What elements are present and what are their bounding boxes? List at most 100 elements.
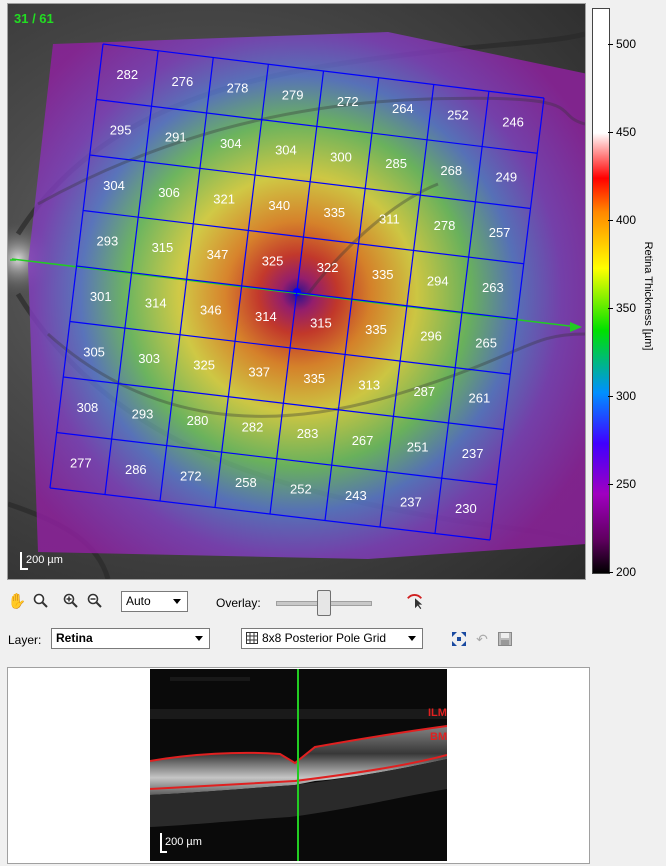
chevron-down-icon (173, 599, 181, 604)
grid-cell-value: 257 (489, 225, 511, 240)
thickness-colorbar (592, 8, 610, 574)
grid-cell-value: 321 (213, 191, 235, 206)
colorbar-tick-mark (608, 572, 613, 573)
colorbar-tick-mark (608, 396, 613, 397)
grid-cell-value: 315 (310, 315, 332, 330)
grid-type-value: 8x8 Posterior Pole Grid (262, 631, 387, 645)
overlay-slider-thumb[interactable] (317, 590, 331, 616)
grid-cell-value: 335 (372, 267, 394, 282)
grid-cell-value: 251 (407, 439, 429, 454)
zoom-out-icon[interactable] (86, 592, 104, 610)
thickness-map-view[interactable]: 282 276 278 279 272 264 252 246 295 291 304 304 300 2… (7, 3, 586, 580)
pan-hand-icon[interactable]: ✋ (8, 592, 27, 610)
grid-cell-value: 283 (297, 426, 319, 441)
grid-cell-value: 263 (482, 280, 504, 295)
grid-cell-value: 264 (392, 101, 414, 116)
grid-cell-value: 311 (379, 211, 400, 226)
save-icon[interactable] (496, 630, 514, 648)
grid-cell-value: 296 (420, 329, 442, 344)
colorbar-tick-label: 400 (616, 213, 637, 227)
grid-cell-value: 293 (96, 234, 118, 249)
grid-cell-value: 308 (77, 400, 99, 415)
colorbar-tick-label: 250 (616, 477, 637, 491)
undo-icon[interactable]: ↶ (473, 630, 491, 648)
pointer-reset-icon[interactable] (406, 592, 424, 610)
grid-cell-value: 294 (427, 273, 449, 288)
grid-cell-value: 287 (413, 384, 435, 399)
colorbar-tick-label: 300 (616, 389, 637, 403)
grid-cell-value: 291 (165, 129, 187, 144)
grid-cell-value: 246 (502, 114, 524, 129)
grid-cell-value: 261 (469, 391, 491, 406)
grid-cell-value: 277 (70, 456, 92, 471)
grid-cell-value: 258 (235, 475, 257, 490)
colorbar-tick-mark (608, 220, 613, 221)
ilm-label: ILM (428, 707, 447, 719)
bm-label: BM (430, 731, 447, 743)
grid-cell-value: 304 (103, 178, 125, 193)
grid-type-dropdown[interactable]: 8x8 Posterior Pole Grid (241, 628, 423, 649)
zoom-mode-dropdown[interactable]: Auto (121, 591, 188, 612)
zoom-mode-value: Auto (126, 594, 151, 608)
grid-cell-value: 335 (365, 322, 387, 337)
grid-cell-value: 325 (193, 358, 215, 373)
grid-cell-value: 276 (172, 74, 194, 89)
grid-cell-value: 267 (352, 433, 374, 448)
grid-cell-value: 237 (400, 495, 422, 510)
chevron-down-icon (195, 636, 203, 641)
grid-cell-value: 272 (337, 94, 359, 109)
thickness-map-canvas: 282 276 278 279 272 264 252 246 295 291 304 304 300 2… (8, 31, 585, 579)
grid-cell-value: 278 (227, 81, 249, 96)
grid-cell-value: 315 (152, 240, 174, 255)
colorbar-tick-mark (608, 132, 613, 133)
grid-cell-value: 306 (158, 185, 180, 200)
layer-value: Retina (56, 631, 93, 645)
fundus-scale-label: 200 µm (26, 554, 63, 566)
grid-cell-value: 278 (434, 218, 456, 233)
grid-cell-value: 313 (358, 377, 380, 392)
grid-cell-value: 265 (475, 335, 497, 350)
grid-cell-value: 303 (138, 351, 160, 366)
zoom-in-icon[interactable] (62, 592, 80, 610)
grid-cell-value: 293 (132, 407, 154, 422)
magnifier-icon[interactable] (32, 592, 50, 610)
colorbar-tick-label: 350 (616, 301, 637, 315)
colorbar-title: Retina Thickness [µm] (640, 232, 654, 362)
grid-cell-value: 335 (303, 371, 325, 386)
bscan-view[interactable]: ILM BM 200 µm (150, 669, 447, 861)
grid-cell-value: 340 (268, 198, 290, 213)
grid-cell-value: 337 (248, 364, 270, 379)
grid-cell-value: 282 (242, 420, 264, 435)
grid-cell-value: 286 (125, 462, 147, 477)
grid-icon (246, 632, 258, 647)
grid-cell-value: 252 (290, 482, 312, 497)
overlay-label: Overlay: (216, 596, 261, 610)
layer-dropdown[interactable]: Retina (51, 628, 210, 649)
colorbar-tick-mark (608, 308, 613, 309)
grid-cell-value: 305 (83, 345, 105, 360)
center-fovea-icon[interactable] (450, 630, 468, 648)
grid-cell-value: 252 (447, 108, 469, 123)
grid-cell-value: 301 (90, 289, 112, 304)
grid-cell-value: 237 (462, 446, 484, 461)
grid-cell-value: 304 (275, 143, 297, 158)
grid-cell-value: 300 (330, 149, 352, 164)
colorbar-tick-mark (608, 484, 613, 485)
grid-cell-value: 304 (220, 136, 242, 151)
grid-cell-value: 295 (110, 123, 132, 138)
grid-cell-value: 347 (207, 247, 229, 262)
grid-cell-value: 279 (282, 87, 304, 102)
bscan-image (150, 669, 447, 861)
slice-counter: 31 / 61 (14, 11, 54, 26)
grid-cell-value: 346 (200, 302, 222, 317)
grid-cell-value: 325 (262, 253, 284, 268)
grid-cell-value: 314 (255, 309, 277, 324)
grid-cell-value: 322 (317, 260, 339, 275)
chevron-down-icon (408, 636, 416, 641)
grid-cell-value: 230 (455, 501, 477, 516)
grid-cell-value: 335 (323, 205, 345, 220)
grid-cell-value: 282 (116, 67, 138, 82)
colorbar-tick-label: 200 (616, 565, 637, 579)
bscan-scale-label: 200 µm (165, 836, 202, 848)
grid-cell-value: 249 (495, 170, 517, 185)
